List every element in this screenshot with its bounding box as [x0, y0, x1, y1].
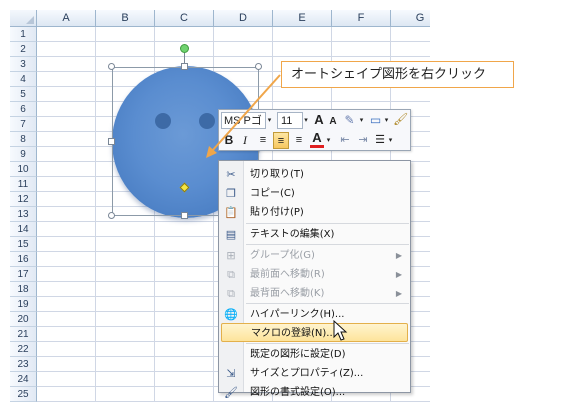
annotation-overlay — [206, 74, 348, 341]
callout-arrow — [211, 74, 281, 152]
mouse-pointer-icon — [333, 319, 348, 341]
